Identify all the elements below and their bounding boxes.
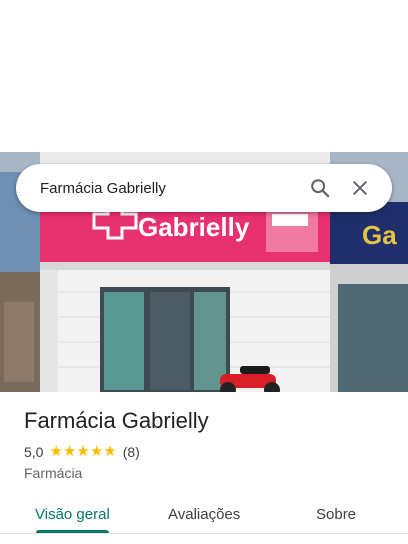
tabs-divider <box>0 533 408 534</box>
rating-row[interactable]: 5,0 ★ ★ ★ ★ ★ (8) <box>24 444 140 461</box>
clear-button[interactable] <box>340 168 380 208</box>
place-title: Farmácia Gabrielly <box>24 408 209 433</box>
tab-about[interactable]: Sobre <box>316 496 356 532</box>
tab-reviews[interactable]: Avaliações <box>168 496 240 532</box>
neighbor-sign-text: Ga <box>362 220 397 250</box>
search-input[interactable]: Farmácia Gabrielly <box>40 180 300 197</box>
star-icon: ★ <box>62 443 77 460</box>
star-icon: ★ <box>89 443 104 460</box>
rating-score: 5,0 <box>24 444 44 460</box>
place-category: Farmácia <box>24 465 83 481</box>
search-bar[interactable]: Farmácia Gabrielly <box>16 164 392 212</box>
tab-bar: Visão geral Avaliações Sobre <box>0 496 408 536</box>
close-icon <box>353 181 367 195</box>
sign-text: Gabrielly <box>138 212 250 242</box>
search-icon <box>311 179 330 198</box>
tab-overview[interactable]: Visão geral <box>35 496 110 532</box>
search-button[interactable] <box>300 168 340 208</box>
star-icon: ★ <box>76 443 90 460</box>
rating-stars: ★ ★ ★ ★ ★ <box>49 444 116 460</box>
blank-map-area <box>0 0 408 152</box>
review-count[interactable]: (8) <box>123 444 140 460</box>
star-icon: ★ <box>103 443 117 460</box>
star-icon: ★ <box>49 443 63 460</box>
